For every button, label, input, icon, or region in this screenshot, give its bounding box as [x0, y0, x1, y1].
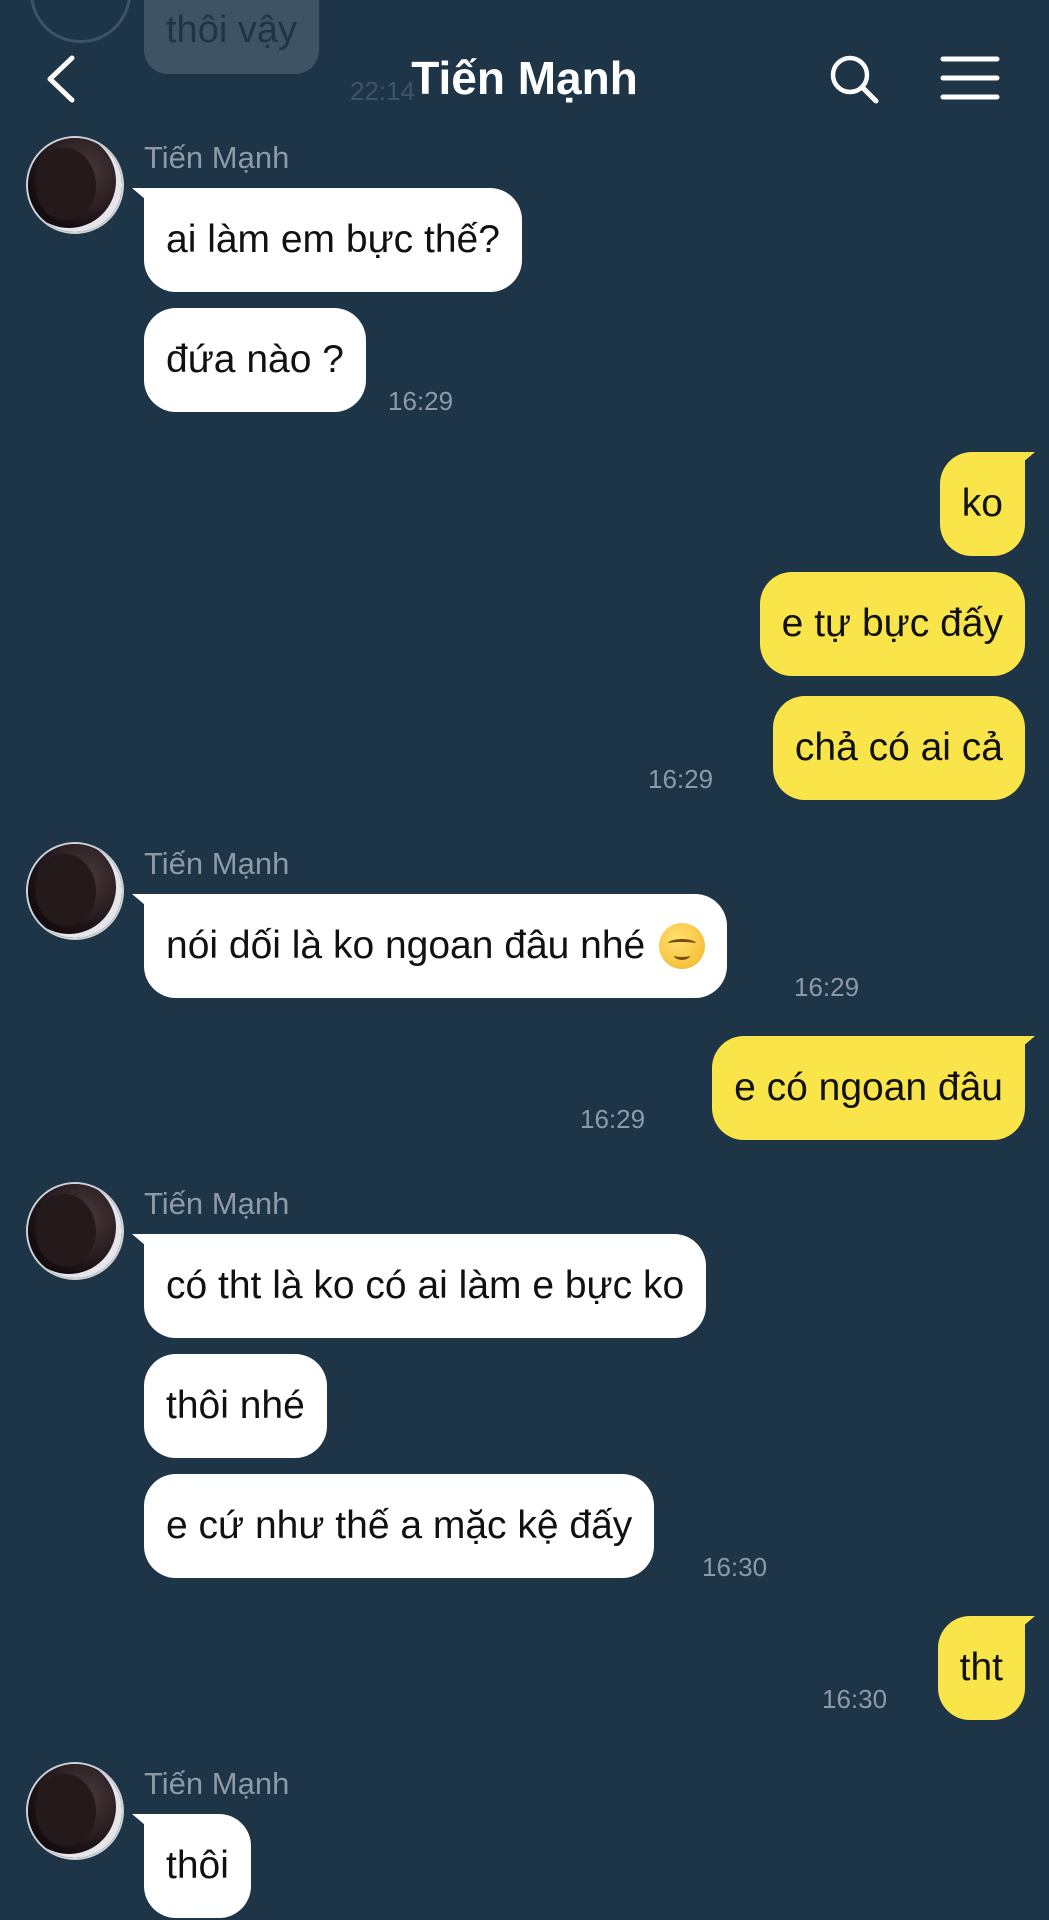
message-text: nói dối là ko ngoan đâu nhé: [166, 924, 646, 967]
chat-screen: thôi vậy 22:14 Tiến Mạnh Tiến Mạnh ai là…: [0, 0, 1049, 1920]
message-bubble[interactable]: thôi nhé: [144, 1354, 327, 1458]
message-time: 16:30: [702, 1552, 768, 1582]
message-bubble[interactable]: chả có ai cả: [772, 696, 1025, 800]
avatar[interactable]: [28, 1184, 122, 1278]
relieved-face-emoji-icon: [659, 923, 706, 969]
message-time: 16:29: [580, 1104, 646, 1134]
chat-header: Tiến Mạnh: [0, 0, 1049, 150]
search-icon: [830, 55, 879, 104]
message-bubble[interactable]: e cứ như thế a mặc kệ đấy: [144, 1474, 655, 1578]
message-time: 16:29: [388, 386, 454, 416]
message-time: 16:29: [648, 764, 714, 794]
message-time: 16:30: [822, 1684, 888, 1714]
search-button[interactable]: [820, 44, 890, 114]
chat-title: Tiến Mạnh: [411, 52, 638, 104]
message-bubble[interactable]: nói dối là ko ngoan đâu nhé: [144, 894, 728, 998]
message-bubble[interactable]: đứa nào ?: [144, 308, 366, 412]
avatar[interactable]: [28, 138, 122, 232]
message-bubble[interactable]: ai làm em bực thế?: [144, 188, 522, 292]
sender-name: Tiến Mạnh: [144, 1766, 290, 1801]
message-bubble[interactable]: tht: [937, 1616, 1025, 1720]
message-bubble[interactable]: thôi: [144, 1814, 251, 1918]
sender-name: Tiến Mạnh: [144, 846, 290, 881]
message-bubble[interactable]: có tht là ko có ai làm e bực ko: [144, 1234, 707, 1338]
message-time: 16:29: [794, 972, 860, 1002]
menu-button[interactable]: [935, 44, 1005, 114]
avatar[interactable]: [28, 1764, 122, 1858]
message-bubble[interactable]: e có ngoan đâu: [712, 1036, 1025, 1140]
message-bubble[interactable]: e tự bực đấy: [759, 572, 1025, 676]
message-bubble[interactable]: ko: [939, 452, 1025, 556]
hamburger-menu-icon: [940, 56, 1000, 100]
avatar[interactable]: [28, 844, 122, 938]
message-list: Tiến Mạnh ai làm em bực thế? đứa nào ? 1…: [0, 0, 1049, 1920]
sender-name: Tiến Mạnh: [144, 1186, 290, 1221]
